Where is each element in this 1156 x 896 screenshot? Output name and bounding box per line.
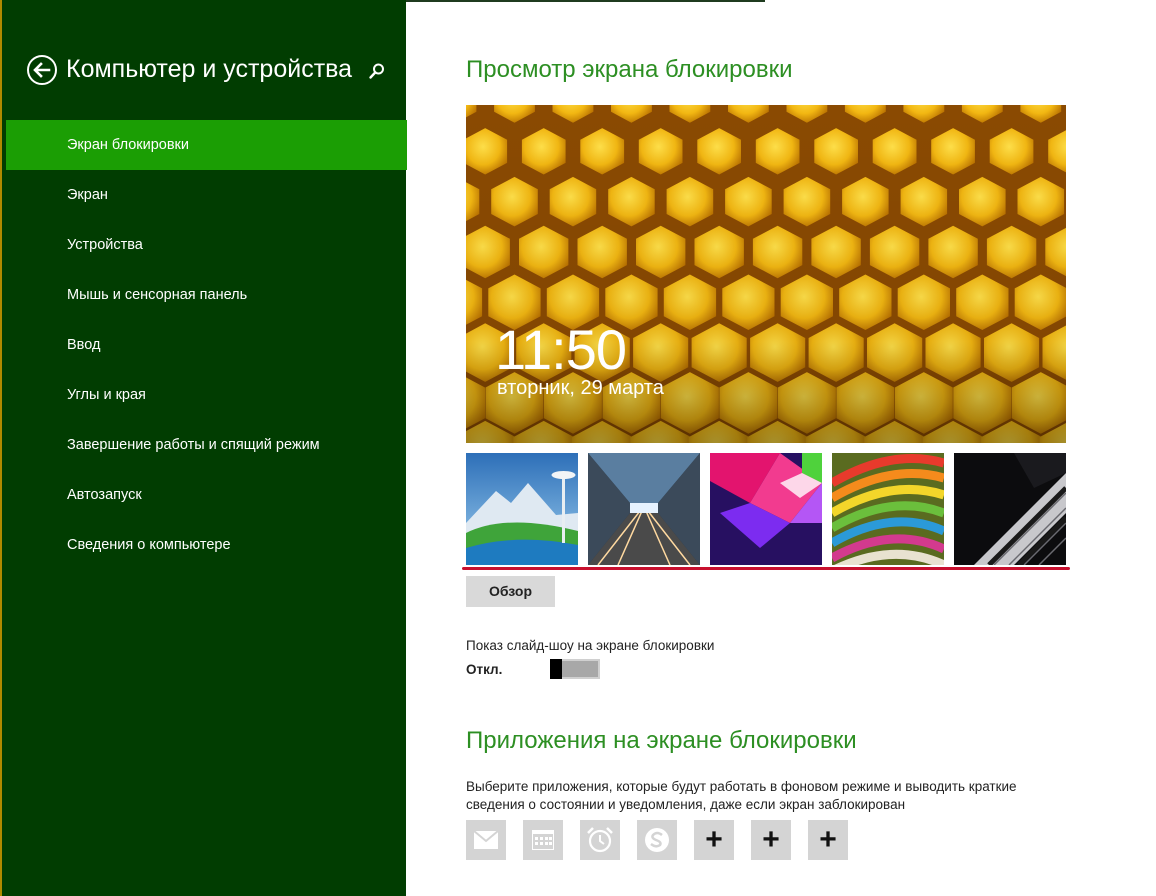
main-content: Просмотр экрана блокировки 11:50 вторник… — [462, 0, 1156, 896]
mail-icon — [474, 831, 498, 849]
calendar-icon — [532, 830, 554, 850]
toggle-knob — [550, 659, 562, 679]
sidebar-item-label: Экран — [67, 187, 108, 203]
preview-date: вторник, 29 марта — [497, 377, 664, 399]
app-slot-mail[interactable] — [466, 820, 506, 860]
app-slot-calendar[interactable] — [523, 820, 563, 860]
sidebar-item-label: Мышь и сенсорная панель — [67, 287, 248, 303]
thumbnail-geometric[interactable] — [710, 453, 822, 565]
sidebar-item-label: Сведения о компьютере — [67, 537, 231, 553]
sidebar-item-devices[interactable]: Устройства — [6, 220, 407, 270]
thumbnail-tunnel[interactable] — [588, 453, 700, 565]
sidebar-item-power-sleep[interactable]: Завершение работы и спящий режим — [6, 420, 407, 470]
sidebar-item-autoplay[interactable]: Автозапуск — [6, 470, 407, 520]
sidebar-item-label: Ввод — [67, 337, 101, 353]
sidebar-item-label: Экран блокировки — [67, 137, 189, 153]
lock-screen-apps: + + + — [466, 820, 866, 860]
thumbnail-mountain[interactable] — [466, 453, 578, 565]
slideshow-state-label: Откл. — [466, 662, 503, 677]
plus-icon: + — [819, 823, 837, 856]
sidebar-item-pc-info[interactable]: Сведения о компьютере — [6, 520, 407, 570]
alarm-icon — [587, 827, 613, 853]
thumbnail-paper-curves[interactable] — [832, 453, 944, 565]
app-slot-alarm[interactable] — [580, 820, 620, 860]
app-slot-add-1[interactable]: + — [694, 820, 734, 860]
preview-clock: 11:50 — [495, 318, 627, 381]
preview-heading: Просмотр экрана блокировки — [466, 56, 793, 83]
slideshow-toggle[interactable] — [550, 659, 600, 679]
slideshow-label: Показ слайд-шоу на экране блокировки — [466, 638, 715, 653]
lock-screen-preview: 11:50 вторник, 29 марта — [466, 105, 1066, 443]
browse-button[interactable]: Обзор — [466, 576, 555, 607]
search-icon[interactable] — [368, 62, 386, 80]
sidebar-item-label: Устройства — [67, 237, 143, 253]
apps-heading: Приложения на экране блокировки — [466, 727, 857, 754]
sidebar-item-display[interactable]: Экран — [6, 170, 407, 220]
sidebar-item-typing[interactable]: Ввод — [6, 320, 407, 370]
sidebar-item-label: Завершение работы и спящий режим — [67, 437, 320, 453]
app-slot-skype[interactable] — [637, 820, 677, 860]
plus-icon: + — [705, 823, 723, 856]
sidebar-header: Компьютер и устройства — [26, 54, 396, 90]
thumbnail-underline — [462, 567, 1070, 570]
background-thumbnails — [466, 453, 1066, 565]
sidebar: Компьютер и устройства Экран блокировки … — [0, 0, 407, 896]
apps-description: Выберите приложения, которые будут работ… — [466, 779, 1017, 812]
sidebar-item-corners-edges[interactable]: Углы и края — [6, 370, 407, 420]
thumbnail-piano[interactable] — [954, 453, 1066, 565]
sidebar-item-lock-screen[interactable]: Экран блокировки — [6, 120, 407, 170]
sidebar-item-mouse-touchpad[interactable]: Мышь и сенсорная панель — [6, 270, 407, 320]
sidebar-nav: Экран блокировки Экран Устройства Мышь и… — [6, 120, 407, 570]
sidebar-item-label: Углы и края — [67, 387, 146, 403]
app-slot-add-3[interactable]: + — [808, 820, 848, 860]
plus-icon: + — [762, 823, 780, 856]
app-slot-add-2[interactable]: + — [751, 820, 791, 860]
back-arrow-icon[interactable] — [26, 54, 58, 86]
sidebar-title: Компьютер и устройства — [66, 55, 353, 83]
sidebar-item-label: Автозапуск — [67, 487, 142, 503]
skype-icon — [645, 828, 669, 852]
